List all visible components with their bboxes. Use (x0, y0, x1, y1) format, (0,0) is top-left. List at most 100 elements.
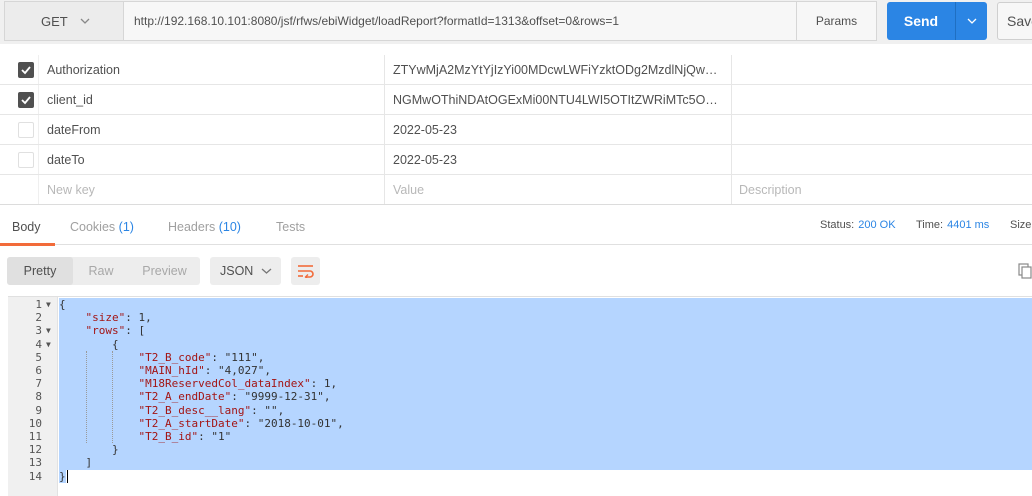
format-label: JSON (220, 264, 254, 278)
header-value[interactable]: ZTYwMjA2MzYtYjIzYi00MDcwLWFiYzktODg2Mzdl… (393, 55, 723, 85)
tab-label: Body (12, 220, 41, 234)
status-label: Status: (820, 219, 855, 231)
line-number: 2 (35, 311, 42, 325)
view-raw[interactable]: Raw (73, 257, 129, 285)
header-enabled-checkbox[interactable] (18, 62, 34, 78)
tab-headers[interactable]: Headers (10) (168, 205, 241, 245)
code-text: "T2_A_startDate": "2018-10-01", (59, 416, 1032, 430)
code-text: "T2_A_endDate": "9999-12-31", (59, 390, 1032, 404)
format-select[interactable]: JSON (210, 257, 281, 285)
fold-toggle-icon[interactable]: ▼ (46, 324, 51, 337)
header-value[interactable]: 2022-05-23 (393, 145, 723, 175)
send-dropdown[interactable] (955, 2, 987, 40)
line-number: 7 (35, 377, 42, 391)
chevron-down-icon (967, 18, 976, 24)
response-tabs: Body Cookies (1) Headers (10) Tests Stat… (0, 205, 1032, 246)
view-pretty[interactable]: Pretty (7, 257, 73, 285)
check-icon (21, 96, 31, 105)
header-enabled-checkbox[interactable] (18, 152, 34, 168)
code-line: 2 "size": 1, (8, 311, 1032, 325)
response-body-editor[interactable]: 1 ▼{2 "size": 1, 3 ▼ "rows": [4 ▼ {5 "T2_B_c… (8, 296, 1032, 496)
code-line: 13 ] (8, 456, 1032, 470)
send-button[interactable]: Send (887, 2, 987, 40)
code-text: "T2_B_id": "1" (59, 430, 1032, 444)
line-number: 1 (35, 298, 42, 311)
new-key-input[interactable]: New key (47, 175, 95, 205)
line-number: 9 (35, 403, 42, 417)
tab-body[interactable]: Body (12, 205, 41, 245)
params-button[interactable]: Params (796, 1, 877, 41)
header-key[interactable]: dateFrom (47, 115, 101, 145)
code-text: "rows": [ (59, 324, 1032, 338)
code-line: 1 ▼ { (8, 298, 1032, 312)
new-description-input[interactable]: Description (739, 175, 802, 205)
code-line: 14} (8, 469, 1032, 483)
line-number: 5 (35, 350, 42, 364)
header-key[interactable]: Authorization (47, 55, 120, 85)
line-number: 8 (35, 390, 42, 404)
line-number: 10 (28, 416, 42, 430)
code-line: 12 } (8, 443, 1032, 457)
header-key[interactable]: dateTo (47, 145, 85, 175)
code-line: 6 "MAIN_hId": "4,027", (8, 364, 1032, 378)
line-number: 3 (35, 324, 42, 338)
view-mode-switch: Pretty Raw Preview (7, 257, 200, 285)
header-row: dateFrom 2022-05-23 (0, 115, 1032, 145)
line-number: 14 (28, 469, 42, 483)
header-row: dateTo 2022-05-23 (0, 145, 1032, 175)
code-text: "MAIN_hId": "4,027", (59, 364, 1032, 378)
code-line: 11 "T2_B_id": "1" (8, 430, 1032, 444)
code-line: 3 ▼ "rows": [ (8, 324, 1032, 338)
new-header-row: New key Value Description (0, 175, 1032, 205)
code-line: 8 "T2_A_endDate": "9999-12-31", (8, 390, 1032, 404)
tab-count: (1) (118, 220, 134, 234)
chevron-down-icon (80, 18, 90, 24)
copy-icon[interactable] (1018, 263, 1032, 279)
new-value-input[interactable]: Value (393, 175, 723, 205)
check-icon (21, 66, 31, 75)
tab-tests[interactable]: Tests (276, 205, 305, 245)
code-text: "M18ReservedCol_dataIndex": 1, (59, 377, 1032, 391)
method-select[interactable]: GET (4, 1, 124, 41)
header-enabled-checkbox[interactable] (18, 92, 34, 108)
header-row: Authorization ZTYwMjA2MzYtYjIzYi00MDcwLWF… (0, 55, 1032, 85)
header-value[interactable]: 2022-05-23 (393, 115, 723, 145)
header-enabled-checkbox[interactable] (18, 122, 34, 138)
size-readout: Size (1010, 205, 1031, 245)
headers-table: Authorization ZTYwMjA2MzYtYjIzYi00MDcwLWF… (0, 55, 1032, 205)
line-number: 13 (28, 456, 42, 470)
code-text: "T2_B_code": "111", (59, 350, 1032, 364)
code-line: 5 "T2_B_code": "111", (8, 350, 1032, 364)
header-row: client_id NGMwOThiNDAtOGExMi00NTU4LWI5OTI… (0, 85, 1032, 115)
header-key[interactable]: client_id (47, 85, 93, 115)
line-number: 11 (28, 430, 42, 443)
indent-guide (86, 350, 87, 444)
url-input[interactable]: http://192.168.10.101:8080/jsf/rfws/ebiW… (124, 1, 797, 41)
code-line: 9 "T2_B_desc__lang": "", (8, 403, 1032, 417)
indent-guide (112, 350, 113, 444)
response-toolbar: Pretty Raw Preview JSON (0, 246, 1032, 296)
request-bar: GET http://192.168.10.101:8080/jsf/rfws/… (0, 0, 1032, 44)
tab-cookies[interactable]: Cookies (1) (70, 205, 134, 245)
line-number: 6 (35, 364, 42, 377)
tab-label: Cookies (70, 220, 116, 234)
fold-toggle-icon[interactable]: ▼ (46, 338, 51, 351)
code-line: 7 "M18ReservedCol_dataIndex": 1, (8, 377, 1032, 391)
line-number: 4 (35, 337, 42, 351)
chevron-down-icon (261, 268, 272, 274)
save-button[interactable]: Save (997, 2, 1032, 40)
code-text: ] (59, 456, 1032, 470)
text-cursor (67, 469, 68, 483)
view-preview[interactable]: Preview (129, 257, 200, 285)
line-number: 12 (28, 443, 42, 457)
fold-toggle-icon[interactable]: ▼ (46, 298, 51, 311)
status-value: 200 OK (858, 219, 896, 231)
code-text: "size": 1, (59, 311, 1032, 325)
header-value[interactable]: NGMwOThiNDAtOGExMi00NTU4LWI5OTItZWRiMTc5… (393, 85, 723, 115)
code-text: { (59, 337, 1032, 351)
code-line: 10 "T2_A_startDate": "2018-10-01", (8, 416, 1032, 430)
wrap-lines-button[interactable] (291, 257, 320, 285)
send-label: Send (903, 13, 939, 29)
code-text: "T2_B_desc__lang": "", (59, 403, 1032, 417)
status-readout: Status: 200 OK (820, 205, 896, 245)
